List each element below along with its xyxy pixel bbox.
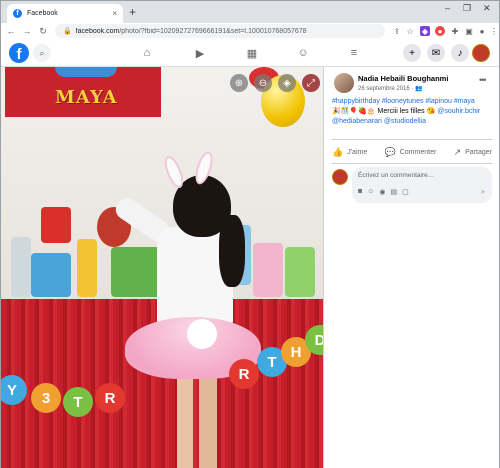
tab-bar: f Facebook × + – ❐ ✕ xyxy=(1,1,499,23)
send-icon[interactable]: ➤ xyxy=(480,188,486,196)
garland-flag: T xyxy=(63,387,93,417)
post-body: Merciii les filles xyxy=(375,108,427,115)
url-path: /photo/?fbid=10209272769666191&set=t.100… xyxy=(119,27,307,35)
share-button[interactable]: ↗ Partager xyxy=(454,147,492,158)
puzzle-icon[interactable]: ✚ xyxy=(450,26,460,36)
emoji-icon: 😘 xyxy=(426,108,436,115)
author-avatar[interactable] xyxy=(334,73,354,93)
comment-input[interactable]: Écrivez un commentaire… ◙ ☺ ◉ ▤ ▢ ➤ xyxy=(352,167,492,203)
post-hashtags[interactable]: #happybirthday #looneytunes #lapinou #ma… xyxy=(332,98,475,105)
share-icon[interactable]: ⇪ xyxy=(392,26,402,36)
avatar-sticker-icon[interactable]: ◙ xyxy=(358,188,362,196)
kebab-menu-icon[interactable]: ⋮ xyxy=(489,26,499,36)
extension-icon-2[interactable]: ● xyxy=(435,26,445,36)
share-arrow-icon: ↗ xyxy=(453,146,462,157)
comment-placeholder: Écrivez un commentaire… xyxy=(358,172,435,179)
gif-icon[interactable]: ▤ xyxy=(391,188,398,196)
photo-decoration xyxy=(11,237,31,297)
facebook-logo[interactable]: f xyxy=(9,43,29,63)
fullscreen-icon[interactable]: ⤢ xyxy=(302,74,320,92)
photo-garland: Y 3 T R R T H D xyxy=(1,317,324,427)
home-icon[interactable]: ⌂ xyxy=(139,45,155,61)
zoom-in-icon[interactable]: ⊕ xyxy=(230,74,248,92)
window-close-button[interactable]: ✕ xyxy=(483,3,491,14)
zoom-out-icon[interactable]: ⊖ xyxy=(254,74,272,92)
extension-icon[interactable]: ◆ xyxy=(420,26,430,36)
photo-decoration xyxy=(31,253,71,297)
photo-viewer[interactable]: MAYA Y 3 T R R T H D xyxy=(1,67,324,468)
browser-window: f Facebook × + – ❐ ✕ ← → ↻ 🔒 facebook.co… xyxy=(0,0,500,468)
comment-button[interactable]: 💬 Commenter xyxy=(385,147,437,158)
divider xyxy=(332,139,492,140)
share-label: Partager xyxy=(465,148,492,156)
photo-banner: MAYA xyxy=(5,67,161,117)
url-input[interactable]: 🔒 facebook.com/photo/?fbid=1020927276966… xyxy=(55,24,385,38)
facebook-favicon-icon: f xyxy=(13,9,22,18)
emoji-icon: 🎉🎊🎈🍓🎂 xyxy=(332,108,376,115)
photo-banner-top xyxy=(55,67,117,77)
url-host: facebook.com xyxy=(75,27,120,35)
sticker-icon[interactable]: ▢ xyxy=(402,188,409,196)
garland-flag: 3 xyxy=(31,383,61,413)
comment-tools: ◙ ☺ ◉ ▤ ▢ xyxy=(358,188,414,196)
minimize-button[interactable]: – xyxy=(445,3,450,13)
tab-close-icon[interactable]: × xyxy=(112,9,117,18)
new-tab-button[interactable]: + xyxy=(129,5,136,19)
facebook-header: f ⌕ ⌂ ▶ ▦ ☺ ≡ + ✉ ♪ xyxy=(1,39,499,67)
like-button[interactable]: 👍 J'aime xyxy=(332,147,367,158)
post-panel: Nadia Hebaili Boughanmi 26 septembre 201… xyxy=(324,67,499,468)
photo-decoration xyxy=(285,247,315,297)
thumbs-up-icon: 👍 xyxy=(332,146,344,157)
maximize-button[interactable]: ❐ xyxy=(463,3,471,14)
photo-decoration xyxy=(41,207,71,243)
menu-icon[interactable]: ≡ xyxy=(346,45,362,61)
divider xyxy=(332,163,492,164)
forward-button[interactable]: → xyxy=(21,26,33,36)
sidepanel-icon[interactable]: ▣ xyxy=(464,26,474,36)
post-text: #happybirthday #looneytunes #lapinou #ma… xyxy=(332,97,496,127)
camera-icon[interactable]: ◉ xyxy=(379,188,385,196)
garland-flag: R xyxy=(95,383,125,413)
star-icon[interactable]: ☆ xyxy=(405,26,415,36)
like-label: J'aime xyxy=(347,148,368,156)
groups-icon[interactable]: ☺ xyxy=(295,45,311,61)
more-options-icon[interactable]: ••• xyxy=(479,75,487,85)
emoji-icon[interactable]: ☺ xyxy=(367,188,374,196)
friends-icon: 👥 xyxy=(415,86,423,92)
notifications-icon[interactable]: ♪ xyxy=(451,44,469,62)
banner-text: MAYA xyxy=(55,87,118,108)
photo-decoration xyxy=(77,239,97,297)
back-button[interactable]: ← xyxy=(5,26,17,36)
post-actions: 👍 J'aime 💬 Commenter ↗ Partager xyxy=(332,143,492,161)
tab-facebook[interactable]: f Facebook × xyxy=(7,4,123,23)
search-icon[interactable]: ⌕ xyxy=(33,44,51,62)
comment-label: Commenter xyxy=(399,148,437,156)
account-avatar[interactable] xyxy=(472,44,490,62)
comment-icon: 💬 xyxy=(384,146,396,157)
tag-icon[interactable]: ◈ xyxy=(278,74,296,92)
reload-button[interactable]: ↻ xyxy=(37,26,49,37)
profile-icon[interactable]: ● xyxy=(477,26,487,36)
photo-decoration xyxy=(253,243,283,297)
lock-icon: 🔒 xyxy=(63,28,72,35)
garland-flag: R xyxy=(229,359,259,389)
tab-title: Facebook xyxy=(27,10,58,17)
post-date[interactable]: 26 septembre 2016 · 👥 xyxy=(358,85,423,92)
garland-flag: Y xyxy=(1,375,27,405)
author-name[interactable]: Nadia Hebaili Boughanmi xyxy=(358,74,448,83)
video-icon[interactable]: ▶ xyxy=(192,45,208,61)
create-icon[interactable]: + xyxy=(403,44,421,62)
commenter-avatar[interactable] xyxy=(332,169,348,185)
marketplace-icon[interactable]: ▦ xyxy=(244,45,260,61)
messenger-icon[interactable]: ✉ xyxy=(427,44,445,62)
post-date-text: 26 septembre 2016 · xyxy=(358,86,416,92)
